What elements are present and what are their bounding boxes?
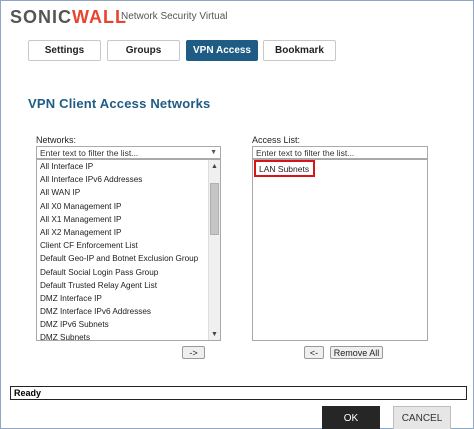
- networks-list[interactable]: All Interface IP All Interface IPv6 Addre…: [36, 159, 221, 341]
- networks-scrollbar[interactable]: ▲ ▼: [208, 160, 220, 340]
- access-filter-input[interactable]: Enter text to filter the list...: [252, 146, 428, 159]
- list-item[interactable]: All Interface IPv6 Addresses: [37, 173, 220, 186]
- product-title: Network Security Virtual: [121, 11, 228, 22]
- sonicwall-logo: SONICWALL: [10, 7, 128, 27]
- scroll-up-icon[interactable]: ▲: [209, 160, 220, 172]
- list-item[interactable]: All Interface IP: [37, 160, 220, 173]
- access-list[interactable]: [252, 159, 428, 341]
- tab-settings[interactable]: Settings: [28, 40, 101, 61]
- ok-button[interactable]: OK: [322, 406, 380, 429]
- tab-vpn-access[interactable]: VPN Access: [186, 40, 258, 61]
- status-bar: Ready: [10, 386, 467, 400]
- list-item[interactable]: Client CF Enforcement List: [37, 239, 220, 252]
- cancel-button[interactable]: CANCEL: [393, 406, 451, 429]
- scroll-thumb[interactable]: [210, 183, 219, 235]
- list-item[interactable]: All WAN IP: [37, 186, 220, 199]
- list-item[interactable]: DMZ Interface IP: [37, 292, 220, 305]
- access-list-label: Access List:: [252, 135, 301, 145]
- list-item[interactable]: Default Social Login Pass Group: [37, 266, 220, 279]
- list-item[interactable]: DMZ Subnets: [37, 331, 220, 340]
- access-filter-placeholder: Enter text to filter the list...: [256, 148, 355, 158]
- add-button[interactable]: ->: [182, 346, 205, 359]
- list-item[interactable]: All X2 Management IP: [37, 226, 220, 239]
- tab-bookmark[interactable]: Bookmark: [263, 40, 336, 61]
- list-item[interactable]: Default Trusted Relay Agent List: [37, 279, 220, 292]
- list-item[interactable]: DMZ Interface IPv6 Addresses: [37, 305, 220, 318]
- panel-title: VPN Client Access Networks: [28, 96, 211, 111]
- networks-items: All Interface IP All Interface IPv6 Addre…: [37, 160, 220, 340]
- list-item[interactable]: All X1 Management IP: [37, 213, 220, 226]
- list-item[interactable]: All X0 Management IP: [37, 200, 220, 213]
- scroll-down-icon[interactable]: ▼: [209, 328, 220, 340]
- remove-button[interactable]: <-: [304, 346, 324, 359]
- networks-label: Networks:: [36, 135, 77, 145]
- filter-dropdown-icon[interactable]: ▼: [210, 147, 217, 158]
- list-item[interactable]: DMZ IPv6 Subnets: [37, 318, 220, 331]
- access-list-item-lan-subnets[interactable]: LAN Subnets: [254, 160, 315, 177]
- list-item[interactable]: Default Geo-IP and Botnet Exclusion Grou…: [37, 252, 220, 265]
- tab-groups[interactable]: Groups: [107, 40, 180, 61]
- remove-all-button[interactable]: Remove All: [330, 346, 383, 359]
- dialog-window: SONICWALL Network Security Virtual Setti…: [0, 0, 474, 429]
- networks-filter-input[interactable]: Enter text to filter the list... ▼: [36, 146, 221, 159]
- networks-filter-placeholder: Enter text to filter the list...: [40, 148, 139, 158]
- header: SONICWALL Network Security Virtual: [1, 1, 473, 37]
